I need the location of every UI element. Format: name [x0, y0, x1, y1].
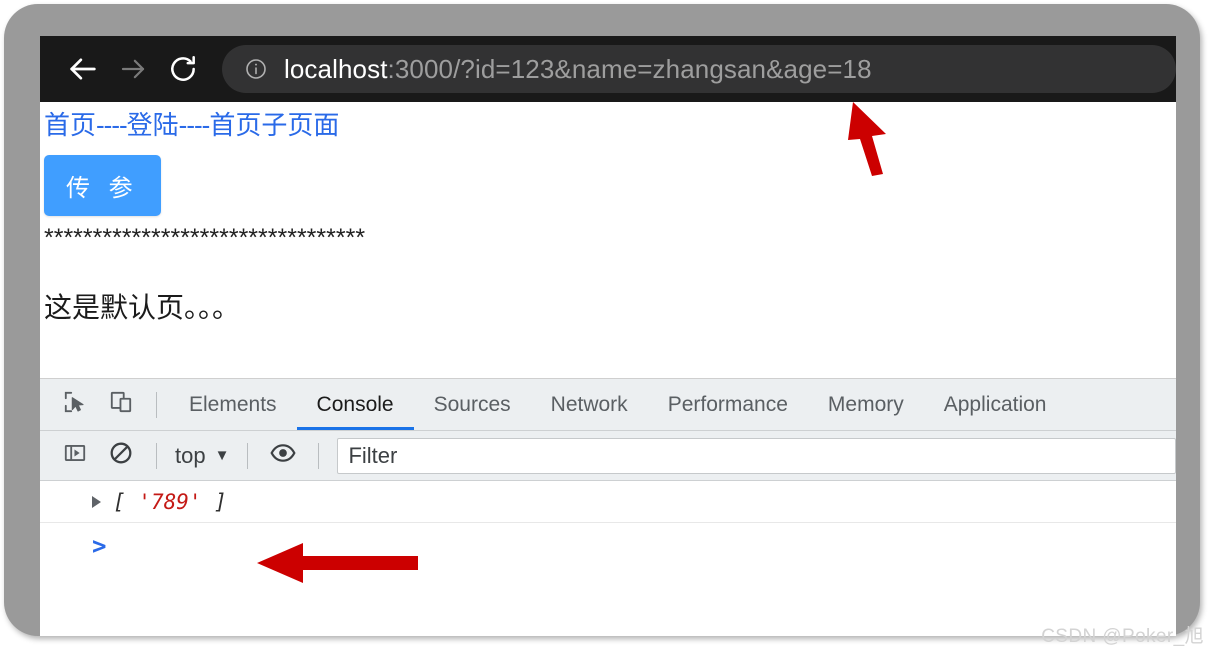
- console-prompt-chevron-icon: >: [92, 532, 107, 560]
- inspect-element-icon: [62, 389, 88, 420]
- console-divider-2: [247, 442, 249, 469]
- chevron-down-icon: ▼: [214, 447, 230, 464]
- console-output-area: [ '789' ] >: [40, 481, 1176, 569]
- arrow-right-icon: [118, 54, 148, 84]
- console-logged-array: [ '789' ]: [113, 490, 227, 514]
- clear-console-icon: [108, 440, 134, 471]
- inspect-element-button[interactable]: [52, 385, 98, 425]
- console-divider-1: [156, 442, 157, 469]
- disclosure-triangle-icon[interactable]: [92, 495, 101, 508]
- link-home-subpage[interactable]: 首页子页面: [209, 110, 339, 140]
- console-filter-input[interactable]: [337, 437, 1176, 474]
- tab-memory[interactable]: Memory: [808, 379, 924, 430]
- array-bracket-close: ]: [201, 489, 227, 514]
- console-sidebar-icon: [62, 440, 88, 471]
- arrow-left-icon: [66, 52, 100, 86]
- back-button[interactable]: [58, 44, 108, 94]
- devtools-tab-bar: Elements Console Sources Network Perform…: [40, 379, 1176, 431]
- url-host: localhost: [284, 53, 388, 84]
- device-toolbar-button[interactable]: [98, 385, 144, 425]
- link-separator-2: ----: [178, 110, 211, 140]
- tab-network[interactable]: Network: [531, 379, 648, 430]
- screenshot-root: localhost:3000/?id=123&name=zhangsan&age…: [0, 0, 1216, 658]
- asterisk-separator: *********************************: [44, 224, 366, 252]
- array-string-item: '789': [138, 489, 202, 514]
- live-expression-eye-icon: [269, 439, 297, 472]
- browser-toolbar: localhost:3000/?id=123&name=zhangsan&age…: [40, 36, 1176, 102]
- default-page-message: 这是默认页。。。: [44, 292, 241, 323]
- link-login[interactable]: 登陆: [127, 110, 179, 140]
- console-toolbar: top ▼: [40, 431, 1176, 481]
- toolbar-divider: [156, 391, 157, 418]
- console-input-row[interactable]: >: [40, 523, 1176, 569]
- pass-params-button[interactable]: 传 参: [44, 155, 161, 216]
- context-label: top: [175, 442, 206, 468]
- link-home[interactable]: 首页: [44, 110, 96, 140]
- console-message-row[interactable]: [ '789' ]: [40, 481, 1176, 523]
- tab-elements[interactable]: Elements: [169, 379, 297, 430]
- info-circle-icon[interactable]: [244, 57, 268, 81]
- link-separator-1: ----: [96, 110, 128, 140]
- browser-viewport: localhost:3000/?id=123&name=zhangsan&age…: [40, 36, 1176, 636]
- reload-icon: [167, 53, 199, 85]
- execution-context-selector[interactable]: top ▼: [169, 443, 235, 469]
- tab-console[interactable]: Console: [297, 379, 414, 430]
- tab-performance[interactable]: Performance: [648, 379, 808, 430]
- clear-console-button[interactable]: [98, 436, 144, 476]
- array-bracket-open: [: [113, 489, 139, 514]
- live-expression-button[interactable]: [260, 436, 306, 476]
- url-path: :3000/?id=123&name=zhangsan&age=18: [387, 53, 872, 84]
- devtools-panel: Elements Console Sources Network Perform…: [40, 378, 1176, 569]
- tab-sources[interactable]: Sources: [414, 379, 531, 430]
- tab-application[interactable]: Application: [924, 379, 1067, 430]
- url-text: localhost:3000/?id=123&name=zhangsan&age…: [284, 54, 872, 85]
- address-bar[interactable]: localhost:3000/?id=123&name=zhangsan&age…: [222, 45, 1176, 93]
- page-content: 首页----登陆----首页子页面 传 参 ******************…: [40, 102, 1176, 378]
- console-sidebar-button[interactable]: [52, 436, 98, 476]
- csdn-watermark: CSDN @Poker_旭: [1041, 626, 1204, 647]
- page-nav-links: 首页----登陆----首页子页面: [42, 108, 1176, 142]
- device-toggle-icon: [108, 389, 134, 420]
- console-divider-3: [318, 442, 320, 469]
- forward-button[interactable]: [108, 44, 158, 94]
- reload-button[interactable]: [158, 44, 208, 94]
